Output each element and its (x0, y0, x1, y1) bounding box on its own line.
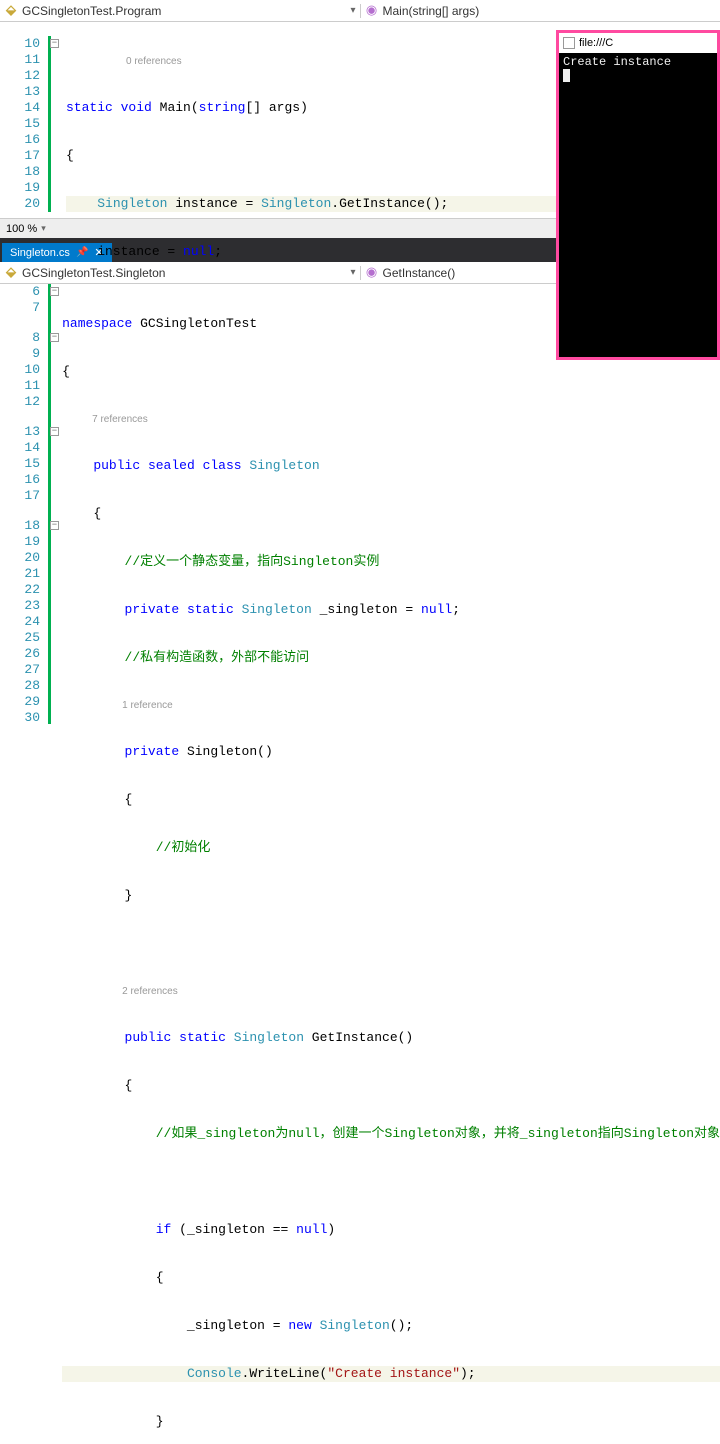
console-titlebar[interactable]: file:///C (559, 33, 717, 53)
cursor-icon (563, 69, 570, 82)
app-icon (563, 37, 575, 49)
class-icon: ⬙ (4, 266, 18, 280)
console-output: Create instance (559, 53, 717, 88)
fold-column-2: − − − − (48, 284, 58, 724)
nav-class-text: GCSingletonTest.Program (22, 4, 161, 18)
tab-label: Singleton.cs (10, 247, 70, 259)
fold-toggle[interactable]: − (50, 39, 59, 48)
nav-class-dropdown[interactable]: ⬙ GCSingletonTest.Program ▾ (0, 4, 360, 18)
codelens-references[interactable]: 1 reference (62, 698, 720, 712)
codelens-references[interactable]: 2 references (62, 984, 720, 998)
line-gutter: 10 11 12 13 14 15 16 17 18 19 20 (0, 22, 48, 218)
line-gutter-2: 6 7 8 9 10 11 12 13 14 15 16 17 18 19 20… (0, 284, 48, 724)
nav-member-dropdown[interactable]: ◉ Main(string[] args) (360, 4, 720, 18)
zoom-level[interactable]: 100 % (6, 223, 37, 235)
nav-member-text: Main(string[] args) (383, 4, 480, 18)
chevron-down-icon[interactable]: ▾ (41, 223, 46, 234)
method-icon: ◉ (365, 4, 379, 18)
breadcrumb-bar-1: ⬙ GCSingletonTest.Program ▾ ◉ Main(strin… (0, 0, 720, 22)
codelens-references[interactable]: 7 references (62, 412, 720, 426)
console-title-text: file:///C (579, 37, 613, 49)
fold-column: − (48, 22, 62, 218)
chevron-down-icon: ▾ (350, 5, 355, 17)
class-icon: ⬙ (4, 4, 18, 18)
console-window[interactable]: file:///C Create instance (556, 30, 720, 360)
